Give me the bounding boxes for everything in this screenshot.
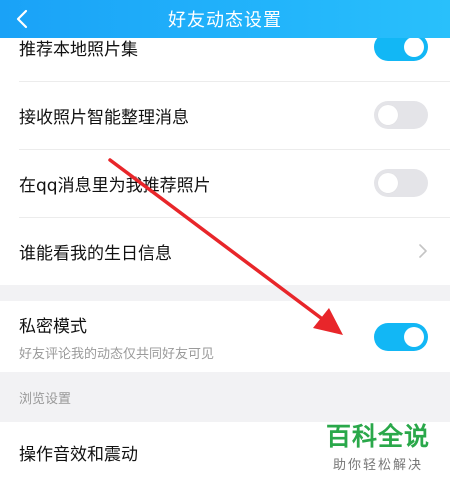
settings-group-main: 推荐本地照片集 接收照片智能整理消息 在qq消息里为我推荐照片 谁能看我的生日信… (0, 13, 450, 285)
setting-label: 私密模式 (19, 316, 87, 337)
setting-label: 推荐本地照片集 (19, 39, 138, 60)
toggle-knob (404, 37, 424, 57)
toggle-knob (378, 173, 398, 193)
private-mode-text: 私密模式 好友评论我的动态仅共同好友可见 (19, 312, 214, 362)
setting-row-birthday-visibility[interactable]: 谁能看我的生日信息 (0, 217, 450, 285)
setting-row-smart-organize: 接收照片智能整理消息 (0, 81, 450, 149)
setting-row-private-mode: 私密模式 好友评论我的动态仅共同好友可见 (0, 301, 450, 372)
back-button[interactable] (8, 5, 36, 33)
title-bar: 好友动态设置 (0, 0, 450, 38)
setting-row-qq-recommend-photos: 在qq消息里为我推荐照片 (0, 149, 450, 217)
setting-label: 接收照片智能整理消息 (19, 107, 189, 128)
setting-label: 操作音效和震动 (19, 445, 138, 465)
toggle-knob (404, 326, 424, 347)
watermark-sub-text: 助你轻松解决 (332, 458, 423, 473)
settings-group-private: 私密模式 好友评论我的动态仅共同好友可见 (0, 301, 450, 372)
setting-label: 在qq消息里为我推荐照片 (19, 175, 211, 196)
section-header-browse: 浏览设置 (0, 372, 450, 422)
smart-organize-toggle[interactable] (374, 101, 428, 129)
private-mode-toggle[interactable] (374, 322, 428, 351)
watermark-main-text: 百科全说 (325, 422, 430, 451)
setting-label: 谁能看我的生日信息 (19, 243, 172, 264)
setting-subtitle: 好友评论我的动态仅共同好友可见 (19, 346, 215, 362)
qq-recommend-photos-toggle[interactable] (374, 169, 428, 197)
watermark-logo: 百科全说 助你轻松解决 (318, 422, 438, 473)
chevron-left-icon (16, 9, 28, 29)
toggle-knob (378, 105, 398, 125)
page-title: 好友动态设置 (168, 10, 282, 31)
chevron-right-icon (419, 244, 427, 258)
